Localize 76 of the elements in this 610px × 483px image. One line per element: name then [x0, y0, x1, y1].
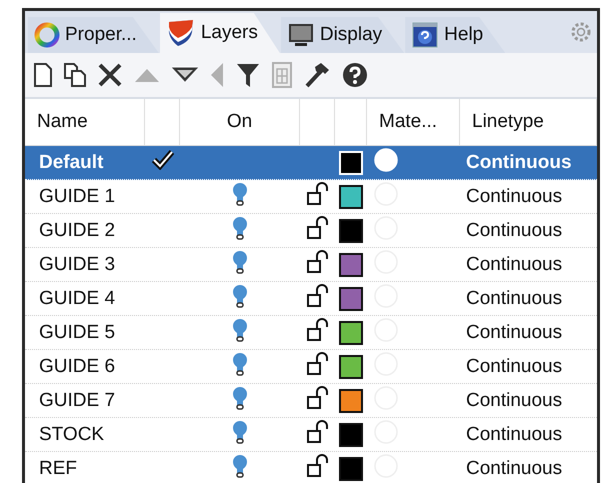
layer-row[interactable]: GUIDE 2 Continuous: [25, 214, 597, 248]
new-page-icon[interactable]: [33, 62, 53, 88]
color-swatch[interactable]: [339, 286, 363, 310]
unlocked-padlock-icon[interactable]: [306, 318, 330, 342]
layer-name: GUIDE 4: [38, 288, 116, 310]
monitor-icon: [286, 21, 315, 49]
hammer-icon[interactable]: [303, 61, 331, 89]
help-icon[interactable]: [341, 61, 369, 89]
linetype-name: Continuous: [465, 424, 562, 446]
unlocked-padlock-icon[interactable]: [306, 454, 330, 478]
layer-row[interactable]: GUIDE 1 Continuous: [25, 180, 597, 214]
layer-name: Default: [38, 152, 104, 174]
linetype-name: Continuous: [465, 322, 562, 344]
layer-name: GUIDE 1: [38, 186, 116, 208]
linetype-name: Continuous: [465, 254, 562, 276]
layer-row[interactable]: GUIDE 7 Continuous: [25, 384, 597, 418]
unlocked-padlock-icon[interactable]: [306, 352, 330, 376]
panel-tab[interactable]: Layers: [160, 13, 280, 53]
layer-name: REF: [38, 458, 77, 480]
lightbulb-icon[interactable]: [232, 216, 248, 240]
unlocked-padlock-icon[interactable]: [306, 250, 330, 274]
lightbulb-icon[interactable]: [232, 420, 248, 444]
panel-tab[interactable]: Display: [280, 17, 404, 53]
delete-icon[interactable]: [97, 62, 123, 88]
layer-name: GUIDE 3: [38, 254, 116, 276]
column-header[interactable]: Name: [37, 111, 88, 133]
color-swatch[interactable]: [339, 320, 363, 344]
layer-row[interactable]: REF Continuous: [25, 452, 597, 483]
color-swatch[interactable]: [339, 456, 363, 480]
linetype-name: Continuous: [465, 186, 562, 208]
panel-tab[interactable]: Help: [405, 17, 506, 53]
linetype-name: Continuous: [465, 458, 562, 480]
color-swatch[interactable]: [339, 388, 363, 412]
layer-name: GUIDE 2: [38, 220, 116, 242]
lightbulb-icon[interactable]: [232, 182, 248, 206]
layer-name: GUIDE 6: [38, 356, 116, 378]
column-header[interactable]: Linetype: [472, 111, 544, 133]
layer-row[interactable]: STOCK Continuous: [25, 418, 597, 452]
unlocked-padlock-icon[interactable]: [306, 216, 330, 240]
checkmark-icon[interactable]: [152, 150, 174, 170]
color-swatch[interactable]: [339, 252, 363, 276]
lightbulb-icon[interactable]: [232, 318, 248, 342]
layer-name: GUIDE 5: [38, 322, 116, 344]
unlocked-padlock-icon[interactable]: [306, 386, 330, 410]
linetype-name: Continuous: [465, 356, 562, 378]
lightbulb-icon[interactable]: [232, 386, 248, 410]
layer-row[interactable]: Default Continuous: [25, 146, 597, 180]
color-swatch[interactable]: [339, 218, 363, 242]
lightbulb-icon[interactable]: [232, 454, 248, 478]
column-header[interactable]: On: [226, 111, 252, 133]
panel-tab[interactable]: Proper...: [28, 17, 159, 53]
layer-name: GUIDE 7: [38, 390, 116, 412]
color-swatch[interactable]: [339, 422, 363, 446]
color-swatch[interactable]: [339, 184, 363, 208]
color-wheel-icon: [34, 22, 60, 48]
layer-row[interactable]: GUIDE 5 Continuous: [25, 316, 597, 350]
color-swatch[interactable]: [339, 354, 363, 378]
linetype-name: Continuous: [465, 220, 562, 242]
help-window-icon: [411, 21, 440, 49]
lightbulb-icon[interactable]: [232, 284, 248, 308]
filter-icon[interactable]: [235, 61, 261, 89]
layer-row[interactable]: GUIDE 6 Continuous: [25, 350, 597, 384]
lightbulb-icon[interactable]: [232, 352, 248, 376]
layer-name: STOCK: [38, 424, 104, 446]
linetype-name: Continuous: [465, 152, 572, 174]
lightbulb-icon[interactable]: [232, 250, 248, 274]
layer-row[interactable]: GUIDE 4 Continuous: [25, 282, 597, 316]
linetype-name: Continuous: [465, 288, 562, 310]
copy-icon[interactable]: [63, 62, 87, 88]
unlocked-padlock-icon[interactable]: [306, 182, 330, 206]
down-arrow-icon[interactable]: [171, 66, 199, 84]
linetype-name: Continuous: [465, 390, 562, 412]
layer-row[interactable]: GUIDE 3 Continuous: [25, 248, 597, 282]
unlocked-padlock-icon[interactable]: [306, 420, 330, 444]
column-header[interactable]: Mate...: [379, 111, 438, 133]
unlocked-padlock-icon[interactable]: [306, 284, 330, 308]
